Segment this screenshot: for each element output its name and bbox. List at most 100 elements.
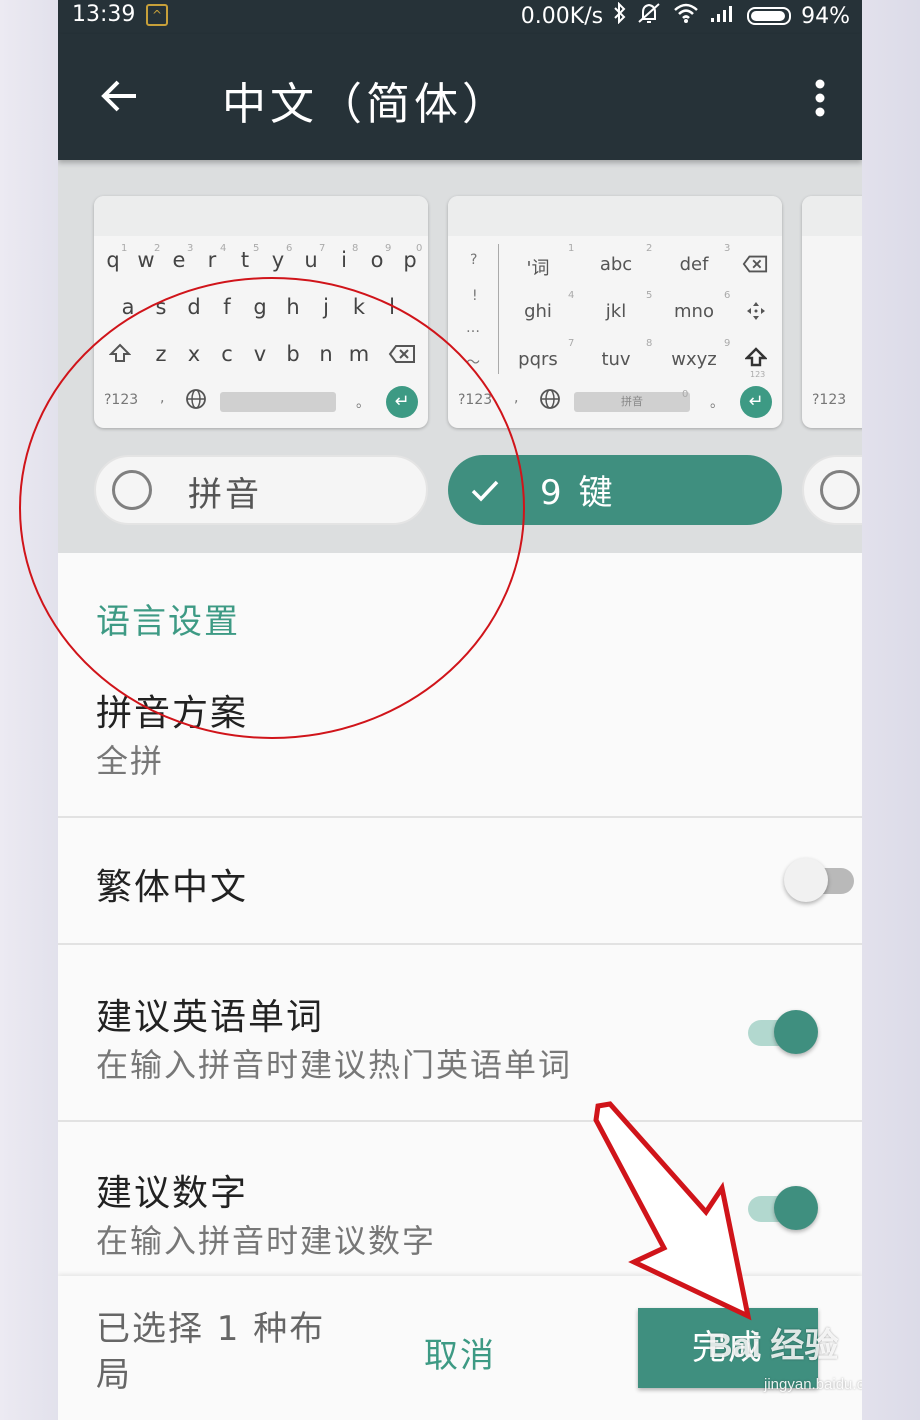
row-title: 建议英语单词 xyxy=(96,997,325,1038)
key-hint: 3 xyxy=(187,243,194,254)
preview-candidate-bar xyxy=(802,196,862,236)
row-title: 繁体中文 xyxy=(96,867,249,908)
status-right: 0.00K/s 94% xyxy=(521,1,850,30)
toggle-thumb xyxy=(774,1186,818,1230)
divider xyxy=(58,1120,862,1122)
watermark-url: jingyan.baidu.com xyxy=(764,1376,862,1393)
layout-option-label: 9 键 xyxy=(540,473,616,513)
section-title: 语言设置 xyxy=(96,602,240,642)
third-preview-card[interactable]: ?123 xyxy=(802,196,862,428)
key-k: k xyxy=(352,295,366,319)
period-key: 。 xyxy=(356,395,370,411)
layout-option-label: 拼音 xyxy=(188,475,262,515)
watermark-brand: Bai 经验 xyxy=(708,1327,839,1365)
key-hint: 6 xyxy=(286,243,293,254)
shift-icon xyxy=(108,342,132,369)
key-hint: 2 xyxy=(154,243,161,254)
layout-option-third[interactable] xyxy=(802,455,862,525)
t9-key-6: mno xyxy=(674,301,714,322)
key-hint: 8 xyxy=(646,338,653,349)
move-cursor-icon xyxy=(744,300,768,327)
key-l: l xyxy=(389,295,395,319)
row-subtitle: 在输入拼音时建议数字 xyxy=(96,1222,437,1260)
background-right xyxy=(862,0,920,1420)
wifi-icon xyxy=(673,2,699,30)
side-key: ! xyxy=(472,288,478,304)
arrow-left-icon[interactable] xyxy=(98,74,142,118)
key-hint: 3 xyxy=(724,243,731,254)
t9-key-7: pqrs xyxy=(518,349,558,370)
key-c: c xyxy=(221,342,233,366)
key-n: n xyxy=(319,342,333,366)
background-left xyxy=(0,0,58,1420)
key-hint: 4 xyxy=(220,243,227,254)
symbols-key: ?123 xyxy=(812,392,847,408)
key-hint: 1 xyxy=(568,243,575,254)
layout-option-t9[interactable]: 9 键 xyxy=(448,455,782,525)
key-s: s xyxy=(155,295,167,319)
shift-icon xyxy=(744,346,768,373)
key-f: f xyxy=(223,295,231,319)
key-hint: 0 xyxy=(416,243,423,254)
key-z: z xyxy=(155,342,167,366)
divider xyxy=(58,943,862,945)
battery-level: 94% xyxy=(801,3,850,29)
t9-key-3: def xyxy=(679,254,709,275)
key-hint: 7 xyxy=(568,338,575,349)
side-key: ? xyxy=(470,252,478,268)
divider xyxy=(58,816,862,818)
more-vert-icon[interactable] xyxy=(814,78,826,118)
suggest-numbers-toggle[interactable] xyxy=(744,1184,818,1234)
check-icon xyxy=(468,473,502,507)
key-m: m xyxy=(348,342,370,366)
t9-key-8: tuv xyxy=(601,349,631,370)
backspace-icon xyxy=(388,344,415,369)
status-bar: 13:39 ^ 0.00K/s 94% xyxy=(58,0,862,34)
side-key: … xyxy=(466,320,480,336)
t9-preview-card[interactable]: ? ! … ～ '词 abc def ghi jkl mno pqrs tuv … xyxy=(448,196,782,428)
comma-key: , xyxy=(514,390,519,406)
layout-picker: q w e r t y u i o p 1 2 3 4 5 6 7 8 9 0 … xyxy=(58,160,862,553)
qwerty-preview-card[interactable]: q w e r t y u i o p 1 2 3 4 5 6 7 8 9 0 … xyxy=(94,196,428,428)
key-a: a xyxy=(121,295,135,319)
t9-key-9: wxyz xyxy=(671,349,717,370)
traditional-chinese-toggle[interactable] xyxy=(784,856,858,906)
selection-count: 已选择 1 种布局 xyxy=(96,1309,326,1395)
radio-unchecked-icon[interactable] xyxy=(820,470,860,510)
key-hint: 9 xyxy=(385,243,392,254)
layout-option-pinyin[interactable]: 拼音 xyxy=(94,455,428,525)
side-divider xyxy=(498,244,499,374)
symbols-key: ?123 xyxy=(458,392,493,408)
row-value: 全拼 xyxy=(96,742,165,780)
cancel-button[interactable]: 取消 xyxy=(424,1328,496,1377)
radio-unchecked-icon[interactable] xyxy=(112,470,152,510)
key-hint: 5 xyxy=(646,290,653,301)
battery-icon xyxy=(747,7,792,25)
key-hint: 8 xyxy=(352,243,359,254)
key-x: x xyxy=(187,342,201,366)
numbers-label: 123 xyxy=(750,370,766,379)
page-title: 中文（简体） xyxy=(222,79,510,130)
key-b: b xyxy=(286,342,300,366)
toggle-thumb xyxy=(784,858,828,902)
t9-key-5: jkl xyxy=(605,301,627,322)
row-title: 拼音方案 xyxy=(96,693,249,734)
row-subtitle: 在输入拼音时建议热门英语单词 xyxy=(96,1046,573,1084)
key-hint: 2 xyxy=(646,243,653,254)
key-h: h xyxy=(286,295,300,319)
period-key: 。 xyxy=(710,395,724,411)
preview-candidate-bar xyxy=(94,196,428,236)
suggest-english-toggle[interactable] xyxy=(744,1008,818,1058)
spacebar: 拼音 xyxy=(574,392,690,412)
globe-icon xyxy=(538,388,562,415)
row-title: 建议数字 xyxy=(96,1173,249,1214)
key-g: g xyxy=(253,295,267,319)
preview-candidate-bar xyxy=(448,196,782,236)
key-j: j xyxy=(323,295,329,319)
phone-screen: 13:39 ^ 0.00K/s 94% 中文（简体） q w e r t y u… xyxy=(58,0,862,1420)
side-key: ～ xyxy=(466,355,480,371)
mute-icon xyxy=(637,2,663,30)
key-hint: 0 xyxy=(682,389,689,400)
key-hint: 5 xyxy=(253,243,260,254)
bluetooth-icon xyxy=(613,1,627,30)
